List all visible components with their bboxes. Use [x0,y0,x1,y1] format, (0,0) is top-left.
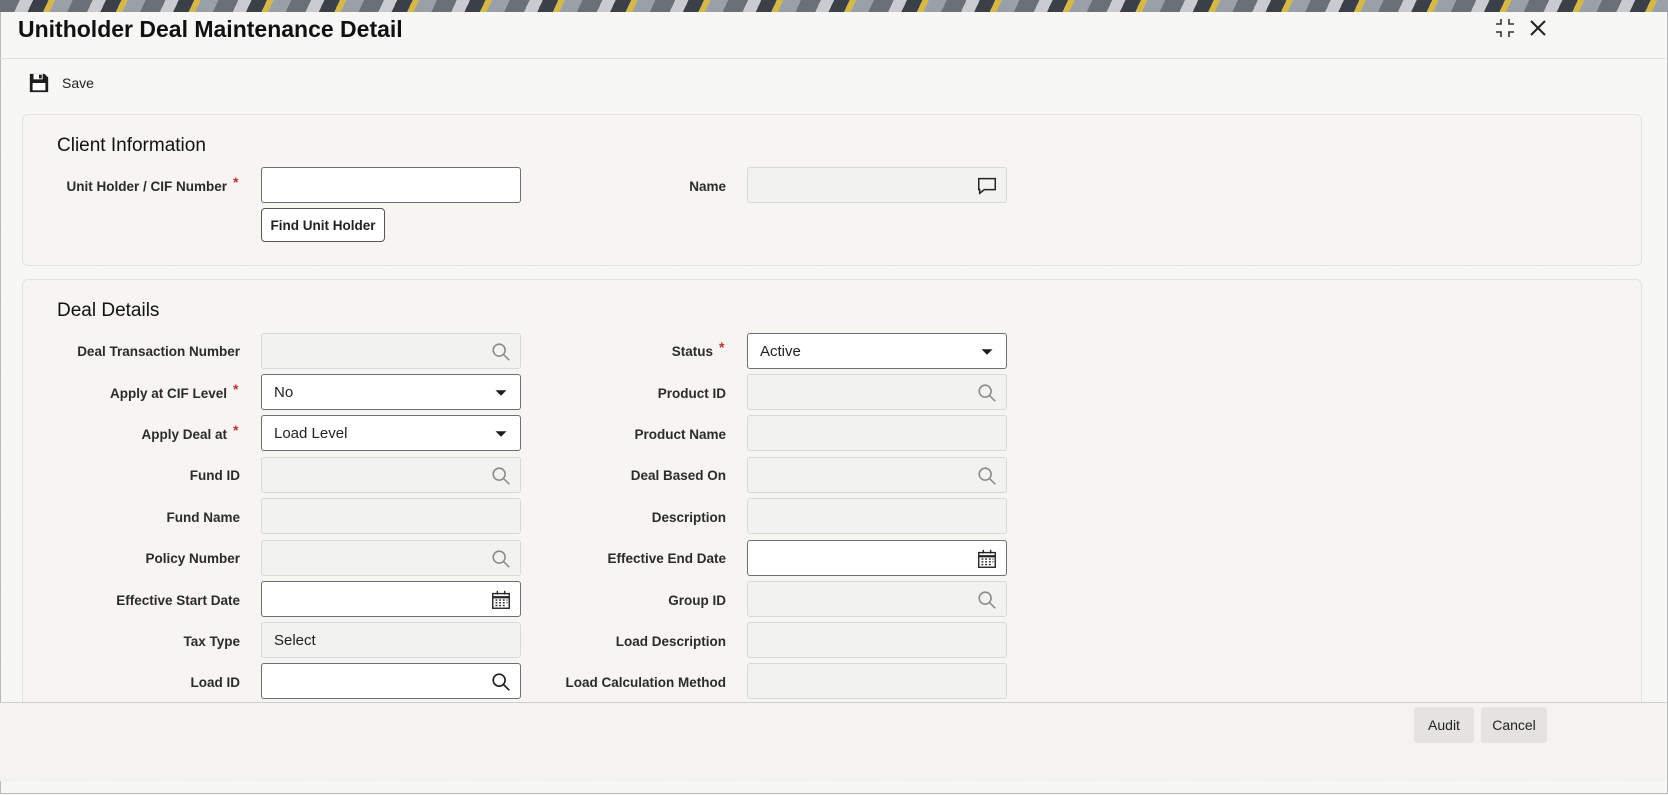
required-marker: * [233,381,239,397]
name-label: Name [689,179,726,194]
product-id-label: Product ID [657,386,726,401]
deal-transaction-number-label: Deal Transaction Number [77,344,240,359]
group-id-field[interactable] [747,581,1007,617]
fund-name-field [261,498,521,534]
required-marker: * [233,422,239,438]
unit-holder-label: Unit Holder / CIF Number [66,179,227,194]
tax-type-value: Select [274,632,316,649]
status-select[interactable]: Active [747,333,1007,369]
floppy-disk-icon [29,73,49,93]
name-field [747,167,1007,203]
unit-holder-field[interactable] [261,167,521,203]
apply-at-cif-level-value: No [274,384,294,401]
close-icon[interactable] [1526,16,1550,40]
apply-at-cif-level-label: Apply at CIF Level [109,386,227,401]
calendar-icon[interactable] [976,548,998,570]
fund-id-label: Fund ID [189,468,240,483]
product-name-label: Product Name [634,427,726,442]
deal-based-on-field[interactable] [747,457,1007,493]
save-button[interactable]: Save [28,72,94,94]
caret-down-icon [490,423,512,445]
group-id-label: Group ID [668,593,726,608]
load-description-field [747,622,1007,658]
find-unit-holder-button[interactable]: Find Unit Holder [261,208,385,242]
top-banner-strip [0,0,1668,12]
chat-bubble-icon[interactable] [976,175,998,197]
apply-at-cif-level-select[interactable]: No [261,374,521,410]
client-information-heading: Client Information [57,135,206,156]
save-label: Save [62,75,94,91]
calendar-icon[interactable] [490,589,512,611]
status-value: Active [760,343,801,360]
load-calculation-method-label: Load Calculation Method [565,675,727,690]
product-id-field[interactable] [747,374,1007,410]
policy-number-field[interactable] [261,540,521,576]
caret-down-icon [976,341,998,363]
header-divider [0,58,1666,59]
fund-id-field[interactable] [261,457,521,493]
fund-name-label: Fund Name [166,510,240,525]
tax-type-label: Tax Type [183,634,240,649]
apply-deal-at-label: Apply Deal at [141,427,227,442]
effective-end-date-label: Effective End Date [607,551,726,566]
search-icon[interactable] [490,465,512,487]
required-marker: * [719,339,725,355]
cancel-button[interactable]: Cancel [1481,707,1547,743]
apply-deal-at-select[interactable]: Load Level [261,415,521,451]
load-calculation-method-field [747,663,1007,699]
deal-details-heading: Deal Details [57,300,160,321]
effective-start-date-label: Effective Start Date [116,593,240,608]
product-name-field [747,415,1007,451]
required-marker: * [233,174,239,190]
load-id-label: Load ID [190,675,241,690]
description-field [747,498,1007,534]
search-icon[interactable] [976,465,998,487]
caret-down-icon [490,382,512,404]
policy-number-label: Policy Number [145,551,240,566]
collapse-icon[interactable] [1493,16,1517,40]
unit-holder-input[interactable] [262,168,520,202]
search-icon[interactable] [976,382,998,404]
deal-transaction-number-field[interactable] [261,333,521,369]
description-label: Description [651,510,726,525]
deal-based-on-label: Deal Based On [630,468,726,483]
apply-deal-at-value: Load Level [274,425,348,442]
search-icon[interactable] [490,548,512,570]
effective-start-date-field[interactable] [261,581,521,617]
search-icon[interactable] [490,341,512,363]
load-description-label: Load Description [615,634,726,649]
tax-type-field: Select [261,622,521,658]
status-label: Status [671,344,713,359]
audit-button[interactable]: Audit [1414,707,1474,743]
window-title: Unitholder Deal Maintenance Detail [18,16,403,42]
search-icon[interactable] [976,589,998,611]
load-id-field[interactable] [261,663,521,699]
effective-end-date-field[interactable] [747,540,1007,576]
search-icon[interactable] [490,671,512,693]
